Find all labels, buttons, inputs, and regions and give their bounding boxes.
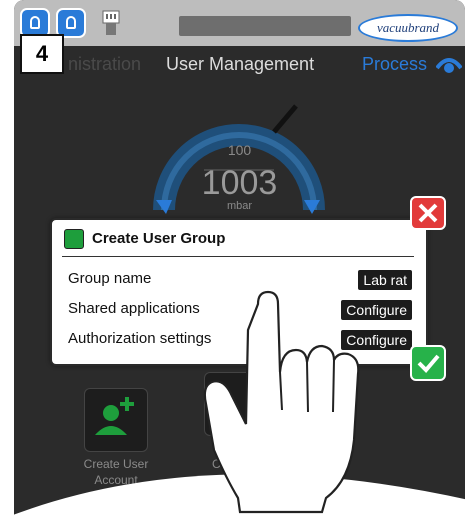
- pointing-hand-icon: [203, 290, 360, 514]
